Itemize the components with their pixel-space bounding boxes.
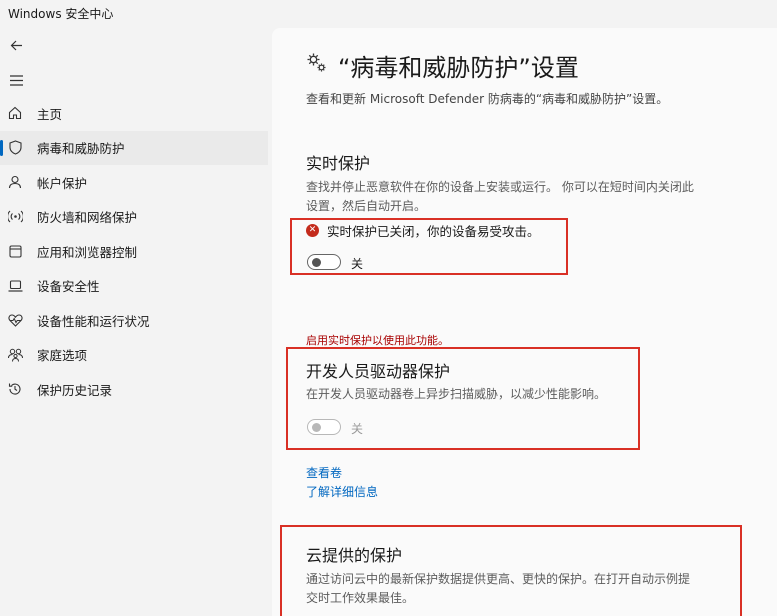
history-icon <box>7 381 23 397</box>
sidebar-item-label: 家庭选项 <box>37 348 88 364</box>
sidebar-item-account-protection[interactable]: 帐户保护 <box>0 165 268 200</box>
dev-drive-toggle[interactable] <box>307 419 341 435</box>
sidebar: 主页 病毒和威胁防护 帐户保护 防火墙和网络保护 应用和浏览器控制 设备安全性 <box>0 96 268 407</box>
family-icon <box>7 347 23 363</box>
sidebar-item-label: 帐户保护 <box>37 175 88 191</box>
desc-line: 交时工作效果最佳。 <box>306 591 415 605</box>
warning-text: 实时保护已关闭，你的设备易受攻击。 <box>327 224 540 239</box>
dev-drive-toggle-state: 关 <box>351 422 364 436</box>
wifi-signal-icon <box>7 209 23 225</box>
sidebar-item-family-options[interactable]: 家庭选项 <box>0 338 268 373</box>
sidebar-item-label: 病毒和威胁防护 <box>37 141 125 157</box>
realtime-toggle-state: 关 <box>351 257 364 271</box>
cloud-protection-description: 通过访问云中的最新保护数据提供更高、更快的保护。在打开自动示例提 交时工作效果最… <box>306 570 690 608</box>
learn-more-link[interactable]: 了解详细信息 <box>306 483 378 500</box>
sidebar-item-label: 应用和浏览器控制 <box>37 244 138 260</box>
person-icon <box>7 174 23 190</box>
sidebar-item-device-security[interactable]: 设备安全性 <box>0 269 268 304</box>
hamburger-menu-icon[interactable] <box>8 72 24 88</box>
enable-realtime-note: 启用实时保护以使用此功能。 <box>306 334 449 347</box>
sidebar-item-virus-protection[interactable]: 病毒和威胁防护 <box>0 130 268 165</box>
dev-drive-protection-heading: 开发人员驱动器保护 <box>306 362 451 381</box>
heart-pulse-icon <box>7 312 23 328</box>
error-x-icon: ✕ <box>306 224 319 237</box>
shield-icon <box>7 140 23 156</box>
settings-gears-icon <box>306 52 328 78</box>
toggle-knob <box>312 258 321 267</box>
window-title: Windows 安全中心 <box>8 7 114 21</box>
realtime-protection-description: 查找并停止恶意软件在你的设备上安装或运行。 你可以在短时间内关闭此 设置，然后自… <box>306 178 694 216</box>
realtime-warning: ✕ 实时保护已关闭，你的设备易受攻击。 <box>306 221 540 240</box>
sidebar-item-label: 主页 <box>37 106 63 122</box>
dev-drive-description: 在开发人员驱动器卷上异步扫描威胁，以减少性能影响。 <box>306 387 607 401</box>
sidebar-item-protection-history[interactable]: 保护历史记录 <box>0 372 268 407</box>
laptop-icon <box>7 278 23 294</box>
sidebar-item-label: 设备安全性 <box>37 279 100 295</box>
desc-line: 通过访问云中的最新保护数据提供更高、更快的保护。在打开自动示例提 <box>306 572 691 586</box>
sidebar-item-app-browser-control[interactable]: 应用和浏览器控制 <box>0 234 268 269</box>
realtime-protection-heading: 实时保护 <box>306 154 371 173</box>
page-subtitle: 查看和更新 Microsoft Defender 防病毒的“病毒和威胁防护”设置… <box>306 92 669 106</box>
page-title: “病毒和威胁防护”设置 <box>338 54 579 82</box>
app-window-icon <box>7 243 23 259</box>
cloud-protection-heading: 云提供的保护 <box>306 546 403 565</box>
sidebar-item-label: 设备性能和运行状况 <box>37 313 150 329</box>
desc-line: 设置，然后自动开启。 <box>306 199 427 213</box>
view-volumes-link[interactable]: 查看卷 <box>306 464 342 481</box>
back-arrow-icon[interactable] <box>8 37 24 53</box>
sidebar-item-label: 防火墙和网络保护 <box>37 210 138 226</box>
settings-content-pane: “病毒和威胁防护”设置 查看和更新 Microsoft Defender 防病毒… <box>272 28 777 616</box>
desc-line: 查找并停止恶意软件在你的设备上安装或运行。 你可以在短时间内关闭此 <box>306 180 694 194</box>
sidebar-item-home[interactable]: 主页 <box>0 96 268 131</box>
realtime-protection-toggle[interactable] <box>307 254 341 270</box>
sidebar-item-label: 保护历史记录 <box>37 382 113 398</box>
home-icon <box>7 105 23 121</box>
sidebar-item-firewall[interactable]: 防火墙和网络保护 <box>0 200 268 235</box>
toggle-knob <box>312 423 321 432</box>
sidebar-item-device-performance[interactable]: 设备性能和运行状况 <box>0 303 268 338</box>
